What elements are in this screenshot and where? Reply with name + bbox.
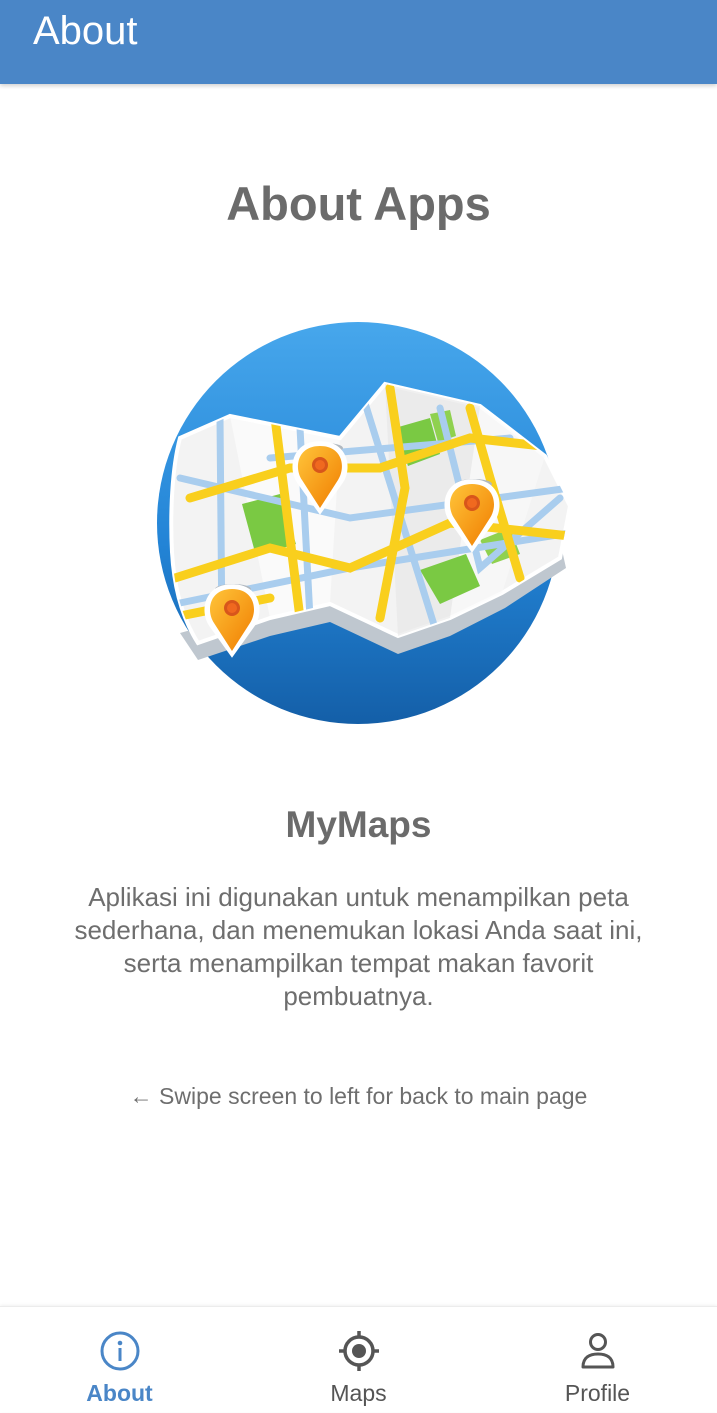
nav-label-profile: Profile — [564, 1380, 631, 1406]
bottom-navigation: About Maps Profile — [0, 1306, 717, 1412]
folded-map-with-pins-icon — [150, 318, 590, 728]
app-bar: About — [0, 0, 717, 84]
nav-item-maps[interactable]: Maps — [239, 1307, 478, 1413]
page-heading: About Apps — [226, 177, 491, 230]
location-target-icon — [339, 1331, 379, 1371]
about-content[interactable]: About Apps MyMaps Aplikasi ini digunakan… — [0, 84, 717, 1306]
app-name: MyMaps — [285, 804, 432, 845]
app-description: Aplikasi ini digunakan untuk menampilkan… — [74, 882, 643, 1011]
info-icon — [100, 1331, 140, 1371]
app-bar-title: About — [33, 9, 138, 53]
nav-label-about: About — [86, 1380, 153, 1406]
nav-item-profile[interactable]: Profile — [478, 1307, 717, 1413]
person-icon — [581, 1333, 615, 1369]
nav-item-about[interactable]: About — [0, 1307, 239, 1413]
swipe-hint: ← Swipe screen to left for back to main … — [129, 1083, 588, 1109]
nav-label-maps: Maps — [330, 1380, 387, 1406]
